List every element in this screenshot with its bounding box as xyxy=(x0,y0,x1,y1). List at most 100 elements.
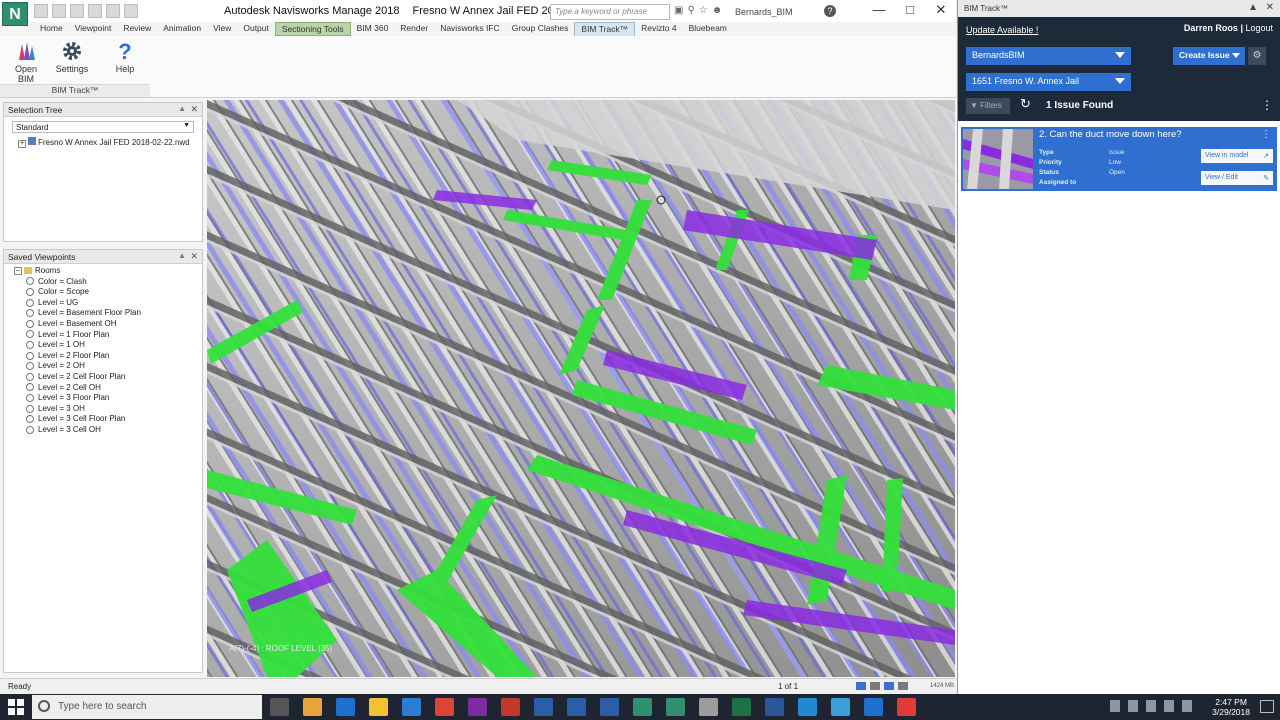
user-icon[interactable]: ☻ xyxy=(712,5,723,16)
viewpoint-item[interactable]: Level = Basement OH xyxy=(14,319,202,330)
close-icon[interactable]: ✕ xyxy=(190,104,198,115)
navisworks-icon[interactable] xyxy=(633,698,652,716)
binoculars-icon[interactable]: ▣ xyxy=(674,5,683,16)
help-button[interactable]: ? Help xyxy=(110,40,140,74)
tab-output[interactable]: Output xyxy=(237,22,275,36)
issue-card[interactable]: 2. Can the duct move down here? ⋮ Type Is… xyxy=(961,127,1277,191)
sheet-icon[interactable] xyxy=(870,682,880,690)
settings-button[interactable]: Settings xyxy=(54,40,90,74)
viewpoint-item[interactable]: Level = 2 OH xyxy=(14,361,202,372)
windows-start-icon[interactable] xyxy=(8,699,24,715)
help-icon[interactable]: ? xyxy=(824,5,836,17)
close-icon[interactable]: ✕ xyxy=(1266,2,1274,13)
tab-revizto[interactable]: Revizto 4 xyxy=(635,22,682,36)
revit-icon[interactable] xyxy=(534,698,553,716)
close-icon[interactable]: ✕ xyxy=(190,251,198,262)
network-icon[interactable] xyxy=(1110,700,1120,712)
undo-icon[interactable] xyxy=(106,4,120,18)
star-icon[interactable]: ☆ xyxy=(699,5,708,16)
performance-icon[interactable] xyxy=(898,682,908,690)
tab-navisworks-ifc[interactable]: Navisworks IFC xyxy=(434,22,506,36)
save-icon[interactable] xyxy=(70,4,84,18)
tab-view[interactable]: View xyxy=(207,22,237,36)
viewpoint-item[interactable]: Level = 2 Cell OH xyxy=(14,383,202,394)
create-issue-button[interactable]: Create Issue xyxy=(1173,47,1245,65)
onenote-icon[interactable] xyxy=(468,698,487,716)
pin-icon[interactable]: ▲ xyxy=(178,251,186,260)
print-icon[interactable] xyxy=(88,4,102,18)
grid-icon[interactable] xyxy=(856,682,866,690)
logout-link[interactable]: Logout xyxy=(1245,23,1273,33)
viewpoint-item[interactable]: Level = 2 Floor Plan xyxy=(14,351,202,362)
key-icon[interactable]: ⚲ xyxy=(687,5,694,16)
viewpoint-item[interactable]: Level = 1 Floor Plan xyxy=(14,330,202,341)
file-explorer-icon[interactable] xyxy=(369,698,388,716)
chrome-icon[interactable] xyxy=(435,698,454,716)
viewpoint-item[interactable]: Level = 3 Floor Plan xyxy=(14,393,202,404)
tab-render[interactable]: Render xyxy=(394,22,434,36)
wifi-icon[interactable] xyxy=(1146,700,1156,712)
viewpoint-item[interactable]: Level = 2 Cell Floor Plan xyxy=(14,372,202,383)
viewpoint-item[interactable]: Level = Basement Floor Plan xyxy=(14,308,202,319)
tab-review[interactable]: Review xyxy=(117,22,157,36)
refresh-icon[interactable]: ↻ xyxy=(1020,96,1031,112)
issue-menu-icon[interactable]: ⋮ xyxy=(1261,129,1271,140)
viewpoint-item[interactable]: Color = Scope xyxy=(14,287,202,298)
navisworks-logo-icon[interactable]: N xyxy=(2,2,28,26)
filters-button[interactable]: ▼ Filters xyxy=(966,98,1010,114)
help-search-input[interactable]: Type a keyword or phrase xyxy=(550,4,670,20)
tab-bim-track[interactable]: BIM Track™ xyxy=(574,22,636,36)
close-button[interactable]: ✕ xyxy=(926,2,956,18)
viewpoint-item[interactable]: Level = 3 OH xyxy=(14,404,202,415)
chevron-up-icon[interactable] xyxy=(1128,700,1138,712)
tab-sectioning-tools[interactable]: Sectioning Tools xyxy=(274,22,351,36)
viewpoint-item[interactable]: Level = UG xyxy=(14,298,202,309)
tab-bim-360[interactable]: BIM 360 xyxy=(351,22,395,36)
collapse-icon[interactable]: – xyxy=(14,266,22,275)
revit-icon[interactable] xyxy=(600,698,619,716)
taskbar-clock[interactable]: 2:47 PM 3/29/2018 xyxy=(1212,697,1250,717)
tree-root-file[interactable]: + Fresno W Annex Jail FED 2018-02-22.nwd xyxy=(18,137,202,148)
autocad-icon[interactable] xyxy=(501,698,520,716)
viewpoint-item[interactable]: Level = 3 Cell OH xyxy=(14,425,202,436)
app-icon[interactable] xyxy=(831,698,850,716)
tab-viewpoint[interactable]: Viewpoint xyxy=(69,22,118,36)
pin-icon[interactable]: ▲ xyxy=(178,104,186,113)
word-icon[interactable] xyxy=(765,698,784,716)
hub-select[interactable]: BernardsBIM xyxy=(966,47,1131,65)
volume-icon[interactable] xyxy=(1164,700,1174,712)
issue-thumbnail[interactable] xyxy=(963,129,1033,189)
excel-icon[interactable] xyxy=(732,698,751,716)
minimize-button[interactable]: — xyxy=(864,2,894,17)
update-available-link[interactable]: Update Available ! xyxy=(966,25,1038,35)
pin-icon[interactable]: ▲ xyxy=(1248,2,1258,13)
tab-home[interactable]: Home xyxy=(34,22,69,36)
revit-icon[interactable] xyxy=(567,698,586,716)
notification-icon[interactable] xyxy=(1260,700,1274,713)
expand-icon[interactable]: + xyxy=(18,140,26,148)
outlook-icon[interactable] xyxy=(336,698,355,716)
viewpoint-folder[interactable]: – Rooms xyxy=(14,266,202,277)
taskbar-search-input[interactable]: Type here to search xyxy=(32,695,262,719)
edge-icon[interactable] xyxy=(402,698,421,716)
app-icon[interactable] xyxy=(864,698,883,716)
view-in-model-button[interactable]: View in model ↗ xyxy=(1201,149,1273,163)
youtube-icon[interactable] xyxy=(897,698,916,716)
viewpoint-item[interactable]: Level = 1 OH xyxy=(14,340,202,351)
more-options-icon[interactable]: ⋮ xyxy=(1261,98,1273,112)
navisworks-icon[interactable] xyxy=(666,698,685,716)
measure-icon[interactable] xyxy=(884,682,894,690)
open-icon[interactable] xyxy=(52,4,66,18)
3d-model-viewport[interactable]: A(7)-(-4) : ROOF LEVEL (35) xyxy=(207,100,955,677)
tab-animation[interactable]: Animation xyxy=(157,22,207,36)
view-edit-button[interactable]: View / Edit ✎ xyxy=(1201,171,1273,185)
issue-title[interactable]: 2. Can the duct move down here? xyxy=(1039,129,1182,140)
gear-icon[interactable]: ⚙ xyxy=(1248,47,1266,65)
skype-icon[interactable] xyxy=(798,698,817,716)
task-view-icon[interactable] xyxy=(270,698,289,716)
tab-bluebeam[interactable]: Bluebeam xyxy=(683,22,733,36)
app-icon[interactable] xyxy=(699,698,718,716)
new-icon[interactable] xyxy=(34,4,48,18)
signed-in-user[interactable]: Bernards_BIM xyxy=(735,7,793,17)
selection-tree-dropdown[interactable]: Standard ▼ xyxy=(12,121,194,133)
